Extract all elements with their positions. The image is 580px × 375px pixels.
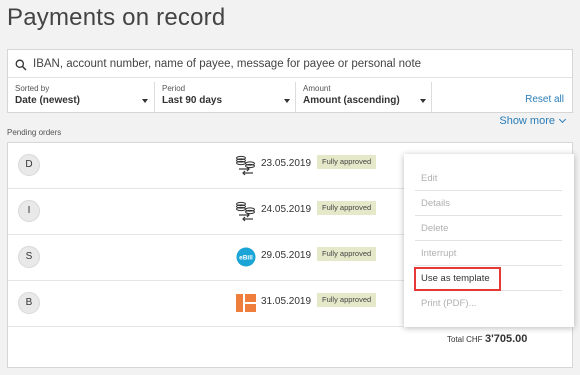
order-date: 23.05.2019 [261,158,312,169]
avatar: B [18,292,40,314]
filter-amount[interactable]: Amount Amount (ascending) [296,79,432,114]
total-label: Total CHF [447,335,483,344]
search-input[interactable] [33,57,553,70]
highlight-annotation [414,267,501,291]
avatar: I [18,200,40,222]
order-date: 31.05.2019 [261,296,312,307]
chevron-down-icon [420,99,426,103]
status-badge: Fully approved [317,155,377,169]
filter-value: Amount (ascending) [303,95,400,106]
search-icon [15,58,27,70]
divider [431,82,432,112]
payment-slip-icon [235,292,257,314]
search-bar [8,50,572,78]
chevron-down-icon [284,99,290,103]
menu-item-print-pdf[interactable]: Print (PDF)... [415,291,562,316]
total-value: 3'705.00 [485,333,528,345]
context-menu: Edit Details Delete Interrupt Use as tem… [404,154,574,327]
order-date: 29.05.2019 [261,250,312,261]
transfer-coins-icon [235,154,257,176]
ebill-icon: eBill [235,246,257,268]
filter-row: Sorted by Date (newest) Period Last 90 d… [8,79,572,114]
status-badge: Fully approved [317,247,377,261]
page-title: Payments on record [7,4,226,31]
filter-value: Last 90 days [162,95,223,106]
filter-label: Period [162,84,186,93]
chevron-down-icon [558,115,567,124]
ebill-icon-text: eBill [239,255,253,262]
status-badge: Fully approved [317,201,377,215]
filter-period[interactable]: Period Last 90 days [155,79,296,114]
filter-value: Date (newest) [15,95,81,106]
filter-label: Amount [303,84,331,93]
avatar: D [18,154,40,176]
avatar: S [18,246,40,268]
menu-item-delete[interactable]: Delete [415,216,562,241]
reset-all-link[interactable]: Reset all [525,94,564,105]
section-label: Pending orders [7,128,62,137]
chevron-down-icon [142,99,148,103]
transfer-coins-icon [235,200,257,222]
filter-label: Sorted by [15,84,50,93]
menu-item-interrupt[interactable]: Interrupt [415,241,562,266]
menu-item-edit[interactable]: Edit [415,166,562,191]
menu-item-details[interactable]: Details [415,191,562,216]
show-more-link[interactable]: Show more [499,115,567,127]
show-more-label: Show more [499,115,555,127]
status-badge: Fully approved [317,293,377,307]
order-date: 24.05.2019 [261,204,312,215]
filter-panel: Sorted by Date (newest) Period Last 90 d… [7,49,573,113]
filter-sort[interactable]: Sorted by Date (newest) [8,79,155,114]
